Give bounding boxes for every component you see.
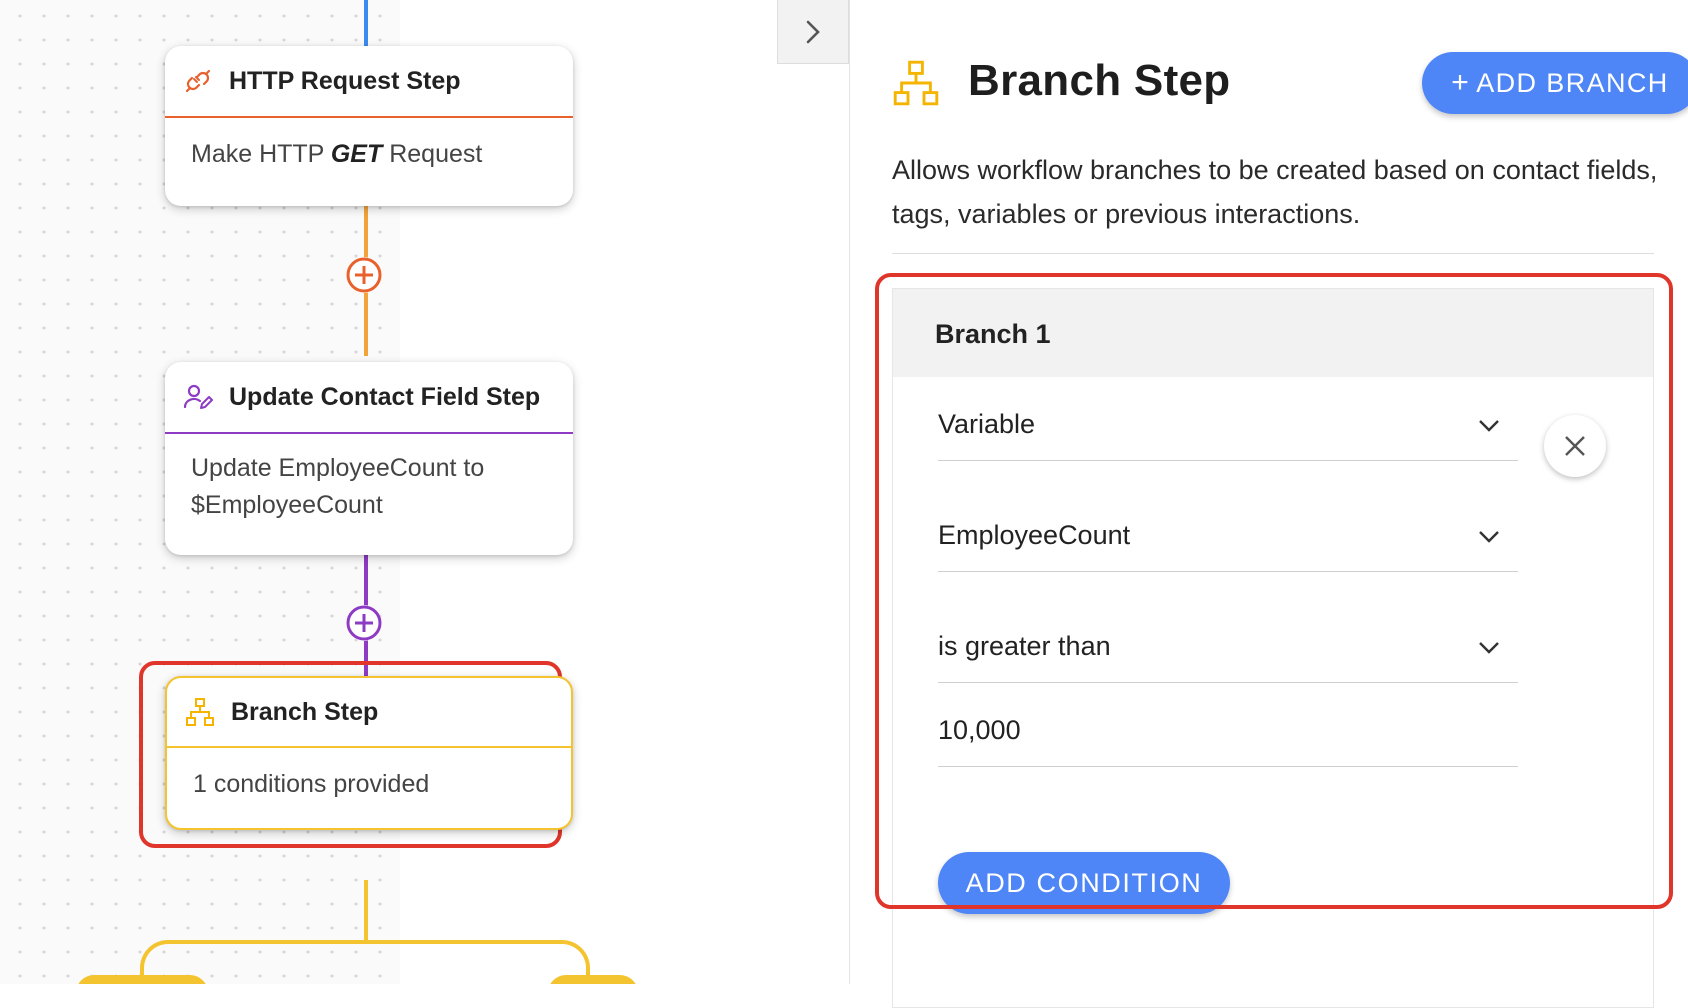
select-value: Variable: [938, 409, 1036, 439]
branch-card: Branch 1 Variable EmployeeCount is great…: [875, 273, 1673, 1008]
node-body-text: Make HTTP: [191, 140, 324, 168]
panel-title: Branch Step: [968, 56, 1231, 105]
chevron-down-icon: [1479, 531, 1499, 543]
add-step-icon: [346, 257, 382, 293]
add-step-icon: [346, 605, 382, 641]
add-branch-label: ADD BRANCH: [1476, 67, 1669, 98]
node-body-line: Update EmployeeCount to: [191, 454, 485, 482]
branch-icon: [892, 59, 940, 112]
chevron-down-icon: [1479, 420, 1499, 432]
branch-header: Branch 1: [893, 289, 1653, 377]
node-title: Update Contact Field Step: [229, 382, 541, 411]
divider: [892, 253, 1654, 254]
node-header: HTTP Request Step: [165, 46, 573, 118]
plus-icon: +: [1451, 66, 1471, 99]
chevron-right-icon: [806, 20, 820, 43]
node-header: Branch Step: [167, 678, 571, 748]
branch-split-line: [140, 940, 590, 984]
branch-step-node[interactable]: Branch Step 1 conditions provided: [165, 676, 573, 830]
panel-description: Allows workflow branches to be created b…: [892, 155, 1658, 229]
step-settings-panel: Branch Step + ADD BRANCH Allows workflow…: [849, 0, 1688, 1008]
chevron-down-icon: [1479, 642, 1499, 654]
close-icon: [1565, 436, 1585, 456]
node-body: 1 conditions provided: [167, 748, 571, 803]
node-title: Branch Step: [231, 697, 379, 726]
branch-icon: [185, 697, 215, 727]
collapse-panel-button[interactable]: [777, 0, 849, 64]
condition-operator-select[interactable]: is greater than: [938, 611, 1518, 683]
branch-name: Branch 1: [935, 319, 1051, 349]
input-value: 10,000: [938, 715, 1021, 745]
workflow-canvas[interactable]: HTTP Request Step Make HTTP GET Request …: [0, 0, 845, 984]
node-header: Update Contact Field Step: [165, 362, 573, 434]
add-step-button-1[interactable]: [346, 257, 382, 293]
condition-source-select[interactable]: Variable: [938, 389, 1518, 461]
add-branch-button[interactable]: + ADD BRANCH: [1422, 52, 1688, 114]
add-step-button-2[interactable]: [346, 605, 382, 641]
connector-line-branch: [364, 880, 368, 942]
condition-field-select[interactable]: EmployeeCount: [938, 500, 1518, 572]
http-method: GET: [330, 140, 383, 168]
connector-line-top: [364, 0, 368, 46]
branch-child-node-right[interactable]: [548, 975, 638, 984]
node-body-line: $EmployeeCount: [191, 491, 383, 519]
panel-header: Branch Step + ADD BRANCH: [892, 52, 1688, 116]
branch-child-node-left[interactable]: [76, 975, 208, 984]
node-title: HTTP Request Step: [229, 66, 461, 95]
select-value: EmployeeCount: [938, 520, 1131, 550]
node-body-text: Request: [389, 140, 483, 168]
http-request-step-node[interactable]: HTTP Request Step Make HTTP GET Request: [165, 46, 573, 206]
add-condition-button[interactable]: ADD CONDITION: [938, 852, 1230, 914]
node-body-text: 1 conditions provided: [193, 770, 430, 798]
node-body: Make HTTP GET Request: [165, 118, 573, 173]
condition-value-input[interactable]: 10,000: [938, 689, 1518, 767]
remove-condition-button[interactable]: [1544, 415, 1606, 477]
http-request-icon: [183, 66, 213, 96]
contact-edit-icon: [183, 382, 213, 412]
update-contact-field-step-node[interactable]: Update Contact Field Step Update Employe…: [165, 362, 573, 555]
select-value: is greater than: [938, 631, 1111, 661]
node-body: Update EmployeeCount to $EmployeeCount: [165, 434, 573, 524]
